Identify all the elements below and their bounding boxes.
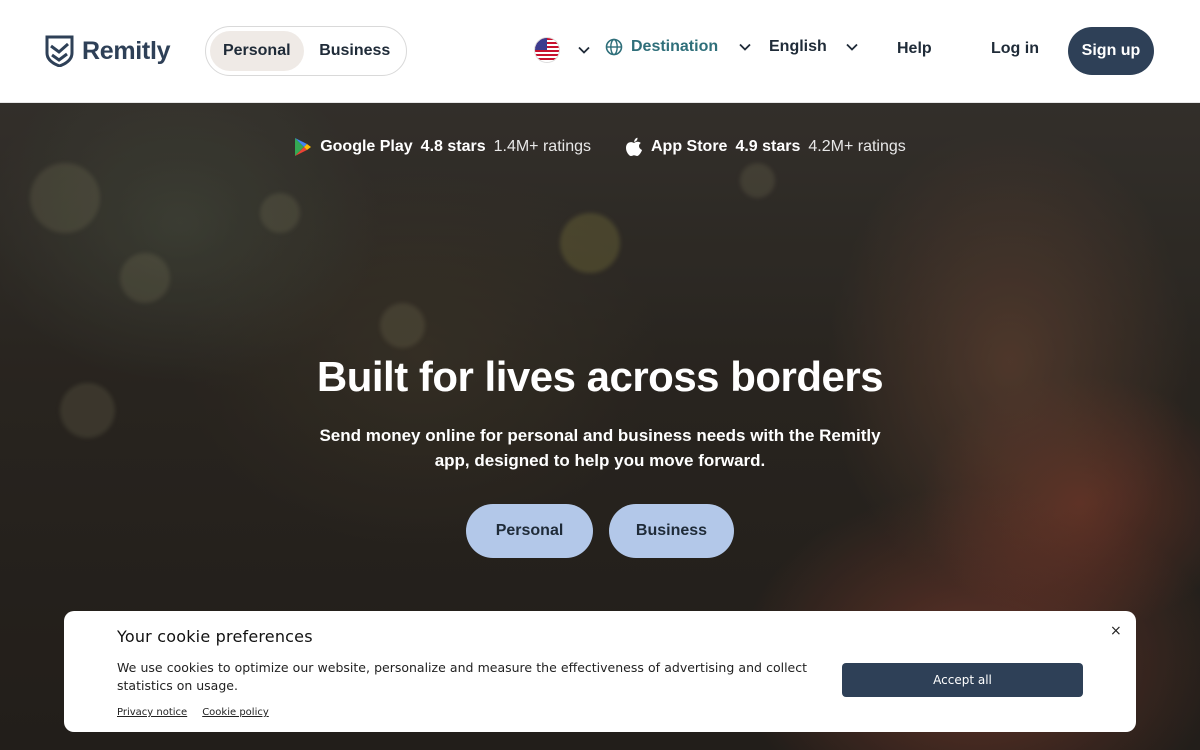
app-ratings: Google Play 4.8 stars 1.4M+ ratings App …: [0, 137, 1200, 157]
hero-business-button[interactable]: Business: [609, 504, 734, 558]
app-store-stars: 4.9 stars: [735, 138, 801, 155]
hero-personal-button[interactable]: Personal: [466, 504, 593, 558]
hero-cta-group: Personal Business: [0, 504, 1200, 558]
app-store-store: App Store: [651, 138, 728, 155]
globe-icon: [605, 38, 623, 56]
country-selector[interactable]: [535, 38, 591, 62]
privacy-notice-link[interactable]: Privacy notice: [117, 707, 187, 718]
chevron-down-icon: [846, 43, 858, 51]
chevron-down-icon: [578, 46, 590, 54]
cookie-policy-link[interactable]: Cookie policy: [202, 707, 269, 718]
hero-subline: Send money online for personal and busin…: [319, 426, 881, 470]
app-store-count: 4.2M+ ratings: [808, 138, 906, 155]
account-type-toggle: Personal Business: [205, 26, 407, 76]
login-link[interactable]: Log in: [991, 40, 1039, 58]
destination-selector[interactable]: Destination: [605, 38, 752, 56]
cookie-text: We use cookies to optimize our website, …: [117, 660, 807, 693]
toggle-personal-button[interactable]: Personal: [210, 31, 304, 71]
google-play-store: Google Play: [320, 138, 413, 155]
brand-name: Remitly: [82, 36, 171, 65]
us-flag-icon: [535, 38, 559, 62]
google-play-rating[interactable]: Google Play 4.8 stars 1.4M+ ratings: [294, 137, 591, 157]
cookie-title: Your cookie preferences: [117, 627, 313, 646]
google-play-count: 1.4M+ ratings: [493, 138, 591, 155]
site-header: Remitly Personal Business Destination En…: [0, 0, 1200, 103]
accept-all-button[interactable]: Accept all: [842, 663, 1083, 697]
remitly-shield-icon: [45, 35, 74, 67]
hero-headline: Built for lives across borders: [316, 353, 884, 400]
close-icon[interactable]: ×: [1110, 623, 1122, 639]
chevron-down-icon: [739, 43, 751, 51]
remitly-logo[interactable]: Remitly: [45, 35, 171, 67]
google-play-stars: 4.8 stars: [420, 138, 486, 155]
app-store-rating[interactable]: App Store 4.9 stars 4.2M+ ratings: [625, 137, 906, 157]
destination-label: Destination: [631, 38, 719, 55]
apple-icon: [626, 137, 642, 156]
google-play-icon: [295, 138, 312, 156]
help-link[interactable]: Help: [897, 40, 932, 58]
cookie-links: Privacy notice Cookie policy: [117, 707, 269, 718]
language-label: English: [769, 38, 827, 55]
language-selector[interactable]: English: [769, 38, 859, 56]
cookie-banner: Your cookie preferences We use cookies t…: [64, 611, 1136, 732]
signup-button[interactable]: Sign up: [1068, 27, 1154, 75]
toggle-business-button[interactable]: Business: [308, 31, 402, 71]
